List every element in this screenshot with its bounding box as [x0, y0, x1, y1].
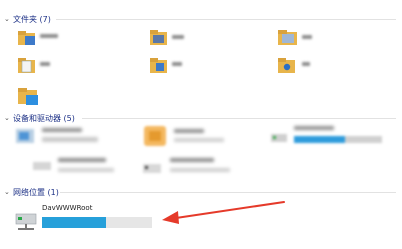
drive-icon — [33, 162, 51, 170]
section-divider — [82, 118, 396, 119]
drive-name-redacted — [294, 126, 334, 130]
section-divider — [60, 192, 396, 193]
folder-item[interactable] — [278, 28, 328, 50]
drive-item[interactable] — [142, 152, 252, 182]
folder-item[interactable] — [18, 28, 68, 50]
arrow-head — [162, 211, 179, 224]
folder-name-redacted — [40, 62, 50, 66]
network-drive-usage-bar — [42, 217, 152, 228]
drive-name-redacted — [42, 128, 82, 132]
drive-name-redacted — [174, 129, 204, 133]
chevron-down-icon: ⌄ — [4, 187, 10, 196]
folder-icon — [278, 30, 297, 45]
folder-item[interactable] — [18, 56, 68, 78]
section-header-network[interactable]: ⌄ 网络位置 (1) — [4, 186, 59, 198]
drive-item[interactable] — [14, 152, 124, 182]
drive-usage-redacted — [174, 138, 224, 142]
chevron-down-icon: ⌄ — [4, 113, 10, 122]
network-drive-label: DavWWWRoot — [42, 204, 93, 212]
folder-item[interactable] — [150, 56, 200, 78]
folder-item[interactable] — [278, 56, 328, 78]
section-title: 文件夹 (7) — [13, 14, 51, 24]
drive-item[interactable] — [270, 124, 395, 150]
section-divider — [56, 19, 396, 20]
drive-item[interactable] — [142, 124, 252, 150]
drive-item[interactable] — [14, 124, 124, 150]
drive-icon — [16, 129, 34, 143]
drive-usage-redacted — [170, 168, 230, 172]
folder-icon — [278, 58, 295, 73]
folder-item[interactable] — [18, 86, 48, 108]
drive-usage-bar-track — [294, 136, 382, 143]
folder-name-redacted — [172, 35, 184, 39]
drive-usage-redacted — [58, 168, 114, 172]
section-title: 网络位置 (1) — [13, 187, 59, 197]
drive-icon — [143, 164, 161, 173]
folder-icon — [150, 58, 167, 73]
drive-name-redacted — [58, 158, 106, 162]
drive-usage-bar-fill — [294, 136, 346, 143]
folder-item[interactable] — [150, 28, 200, 50]
drive-usage-redacted — [42, 137, 98, 142]
network-drive-icon — [15, 213, 37, 230]
folder-name-redacted — [172, 62, 182, 66]
folder-icon — [150, 30, 167, 45]
folder-name-redacted — [302, 35, 312, 39]
chevron-down-icon: ⌄ — [4, 14, 10, 23]
section-header-folders[interactable]: ⌄ 文件夹 (7) — [4, 13, 51, 25]
folder-icon — [18, 58, 35, 73]
network-drive-usage-fill — [42, 217, 106, 228]
section-header-devices[interactable]: ⌄ 设备和驱动器 (5) — [4, 112, 75, 124]
folder-icon — [18, 88, 38, 105]
folder-name-redacted — [302, 62, 310, 66]
red-arrow-annotation — [162, 201, 285, 224]
folder-name-redacted — [40, 34, 58, 38]
network-drive-item[interactable]: DavWWWRoot — [14, 202, 164, 236]
drive-icon — [271, 134, 287, 142]
drive-icon — [144, 126, 166, 146]
arrow-shaft — [175, 201, 285, 219]
drive-name-redacted — [170, 158, 214, 162]
section-title: 设备和驱动器 (5) — [13, 113, 75, 123]
folder-icon — [18, 31, 35, 45]
